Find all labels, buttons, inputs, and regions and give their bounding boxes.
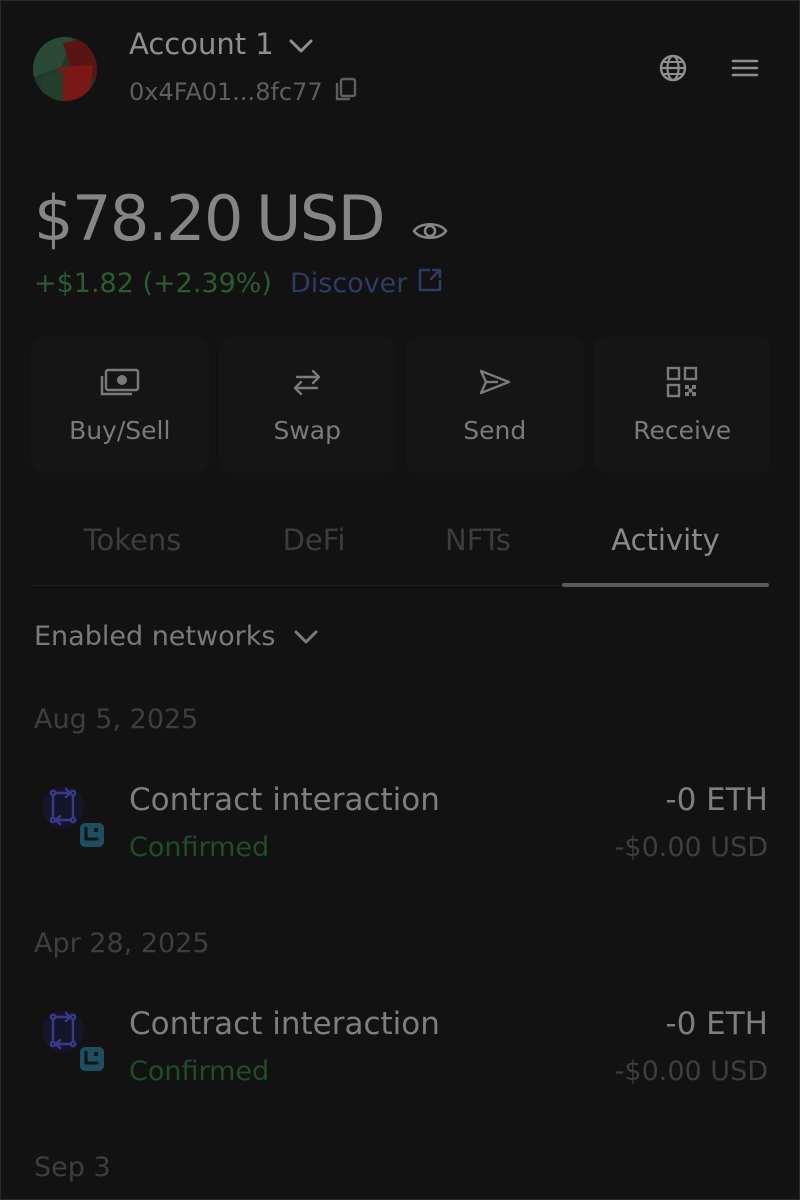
account-avatar[interactable] <box>33 37 97 101</box>
tab-tokens[interactable]: Tokens <box>31 511 234 585</box>
balance-change-row: +$1.82 (+2.39%) Discover <box>34 267 443 300</box>
tab-nfts[interactable]: NFTs <box>394 511 562 585</box>
transaction-row[interactable]: Contract interaction Confirmed -0 ETH -$… <box>1 1006 799 1096</box>
transaction-title: Contract interaction <box>129 782 440 818</box>
networks-filter-label: Enabled networks <box>34 621 276 652</box>
contract-interaction-icon <box>41 782 107 852</box>
buy-sell-button[interactable]: Buy/Sell <box>31 337 209 473</box>
activity-date: Apr 28, 2025 <box>34 928 210 959</box>
networks-filter[interactable]: Enabled networks <box>34 621 319 652</box>
action-buttons: Buy/Sell Swap Send Receive <box>31 337 771 473</box>
activity-date: Sep 3 <box>34 1152 111 1183</box>
transaction-fiat-amount: -$0.00 USD <box>614 1056 768 1087</box>
transaction-status: Confirmed <box>129 832 270 863</box>
send-button[interactable]: Send <box>406 337 584 473</box>
transaction-fiat-amount: -$0.00 USD <box>614 832 768 863</box>
total-balance: $78.20 USD <box>34 179 448 258</box>
transaction-status: Confirmed <box>129 1056 270 1087</box>
contract-interaction-icon <box>41 1006 107 1076</box>
balance-change: +$1.82 (+2.39%) <box>34 268 272 299</box>
chevron-down-icon <box>288 27 314 61</box>
balance-currency: USD <box>255 182 385 255</box>
discover-label: Discover <box>289 268 408 299</box>
transaction-title: Contract interaction <box>129 1006 440 1042</box>
transaction-amount: -0 ETH <box>665 782 768 818</box>
account-address: 0x4FA01...8fc77 <box>129 78 323 106</box>
account-name: Account 1 <box>129 27 274 61</box>
copy-icon[interactable] <box>333 76 359 108</box>
account-header: Account 1 0x4FA01...8fc77 <box>1 1 799 141</box>
globe-icon[interactable] <box>653 48 693 88</box>
activity-date: Aug 5, 2025 <box>34 704 199 735</box>
asset-tabs: Tokens DeFi NFTs Activity <box>31 511 769 587</box>
swap-label: Swap <box>273 415 341 445</box>
balance-amount: $78.20 <box>34 182 243 255</box>
discover-link[interactable]: Discover <box>290 267 443 300</box>
send-label: Send <box>463 415 527 445</box>
transaction-row[interactable]: Contract interaction Confirmed -0 ETH -$… <box>1 782 799 872</box>
hamburger-menu-icon[interactable] <box>725 48 765 88</box>
swap-arrows-icon <box>289 366 325 398</box>
buy-sell-label: Buy/Sell <box>69 415 171 445</box>
qr-code-icon <box>666 366 698 398</box>
receive-button[interactable]: Receive <box>593 337 771 473</box>
account-address-row: 0x4FA01...8fc77 <box>129 76 359 108</box>
swap-button[interactable]: Swap <box>218 337 396 473</box>
tab-activity[interactable]: Activity <box>562 511 769 587</box>
send-arrow-icon <box>478 366 512 398</box>
cash-icon <box>100 366 140 398</box>
external-link-icon <box>417 267 443 300</box>
wallet-screen: Account 1 0x4FA01...8fc77 $78.20 USD +$1… <box>0 0 800 1200</box>
account-selector[interactable]: Account 1 <box>129 27 314 61</box>
chevron-down-icon <box>293 621 319 652</box>
tab-defi[interactable]: DeFi <box>234 511 394 585</box>
eye-icon[interactable] <box>412 185 448 258</box>
receive-label: Receive <box>633 415 732 445</box>
transaction-amount: -0 ETH <box>665 1006 768 1042</box>
